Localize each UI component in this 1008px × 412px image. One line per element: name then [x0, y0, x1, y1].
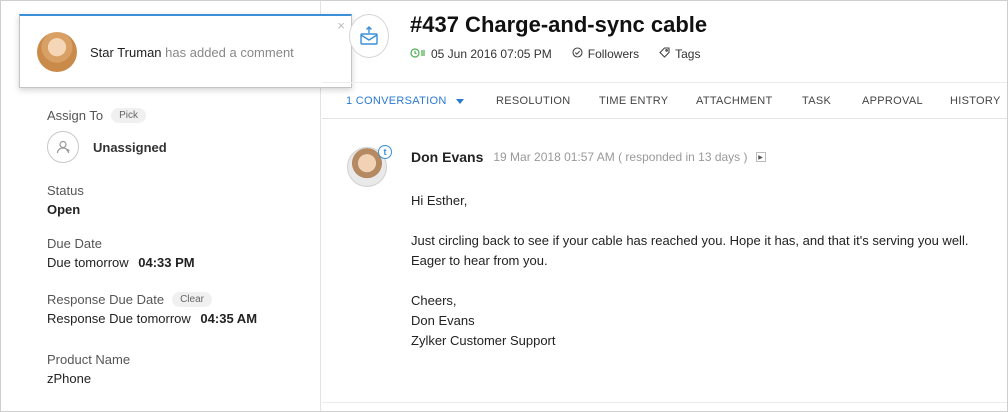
- status-field[interactable]: Status Open: [47, 183, 84, 217]
- response-due-field[interactable]: Response Due Date Clear Response Due tom…: [47, 292, 257, 326]
- message-line: Hi Esther,: [411, 193, 468, 208]
- message-author[interactable]: Don Evans: [411, 149, 483, 165]
- message-line: Don Evans: [411, 313, 475, 328]
- clock-status-icon: [410, 47, 426, 61]
- assign-to-field: Assign To Pick: [47, 108, 147, 123]
- tab-resolution[interactable]: RESOLUTION: [496, 95, 571, 107]
- product-name-label: Product Name: [47, 352, 131, 367]
- ticket-title: #437 Charge-and-sync cable: [410, 12, 708, 37]
- followers-label: Followers: [587, 47, 640, 61]
- due-date-prefix: Due tomorrow: [47, 255, 129, 270]
- message-line: Cheers,: [411, 293, 457, 308]
- tags-label: Tags: [675, 47, 701, 61]
- product-name-value: zPhone: [47, 371, 92, 386]
- pick-button[interactable]: Pick: [111, 108, 147, 123]
- tab-history[interactable]: HISTORY: [950, 95, 1001, 107]
- status-value: Open: [47, 202, 81, 217]
- tab-time-entry[interactable]: TIME ENTRY: [599, 95, 668, 107]
- tags-button[interactable]: Tags: [659, 47, 700, 61]
- comment-notification[interactable]: Star Truman has added a comment ×: [19, 14, 352, 88]
- assignee-selector[interactable]: Unassigned: [47, 131, 167, 163]
- response-due-label: Response Due Date: [47, 292, 165, 307]
- message-line: Eager to hear from you.: [411, 253, 548, 268]
- assignee-name: Unassigned: [93, 139, 167, 155]
- tag-icon: [659, 47, 670, 61]
- message-line: Zylker Customer Support: [411, 333, 556, 348]
- message-header: Don Evans 19 Mar 2018 01:57 AM ( respond…: [411, 149, 766, 165]
- caret-down-icon: [455, 95, 464, 107]
- user-outline-icon: [47, 131, 79, 163]
- tab-approval[interactable]: APPROVAL: [862, 95, 923, 107]
- due-date-label: Due Date: [47, 236, 102, 251]
- product-name-field[interactable]: Product Name zPhone: [47, 352, 130, 386]
- followers-button[interactable]: Followers: [572, 47, 639, 61]
- response-due-prefix: Response Due tomorrow: [47, 311, 191, 326]
- ticket-date: 05 Jun 2016 07:05 PM: [410, 47, 552, 61]
- tab-conversation[interactable]: 1 CONVERSATION: [346, 95, 464, 107]
- source-badge: t: [378, 145, 392, 159]
- notification-action: has added a comment: [165, 45, 294, 60]
- close-icon[interactable]: ×: [337, 18, 345, 33]
- message-line: Just circling back to see if your cable …: [411, 233, 969, 248]
- envelope-arrow-icon: [349, 14, 389, 58]
- expand-button[interactable]: ▶: [755, 152, 766, 162]
- ticket-date-text: 05 Jun 2016 07:05 PM: [431, 47, 552, 61]
- response-due-time: 04:35 AM: [200, 311, 258, 326]
- divider: [322, 402, 1007, 403]
- check-circle-icon: [572, 47, 583, 61]
- tab-attachment[interactable]: ATTACHMENT: [696, 95, 773, 107]
- assign-to-label: Assign To: [47, 108, 104, 123]
- due-date-field[interactable]: Due Date Due tomorrow 04:33 PM: [47, 236, 195, 270]
- tab-task[interactable]: TASK: [802, 95, 831, 107]
- notification-avatar: [37, 32, 77, 72]
- ticket-meta: 05 Jun 2016 07:05 PM Followers Tags: [410, 47, 720, 61]
- message-time: 19 Mar 2018 01:57 AM ( responded in 13 d…: [493, 150, 748, 164]
- notification-user: Star Truman: [90, 45, 162, 60]
- ticket-tabs: 1 CONVERSATION RESOLUTION TIME ENTRY ATT…: [322, 82, 1007, 119]
- due-date-time: 04:33 PM: [138, 255, 195, 270]
- status-label: Status: [47, 183, 84, 198]
- clear-button[interactable]: Clear: [172, 292, 212, 307]
